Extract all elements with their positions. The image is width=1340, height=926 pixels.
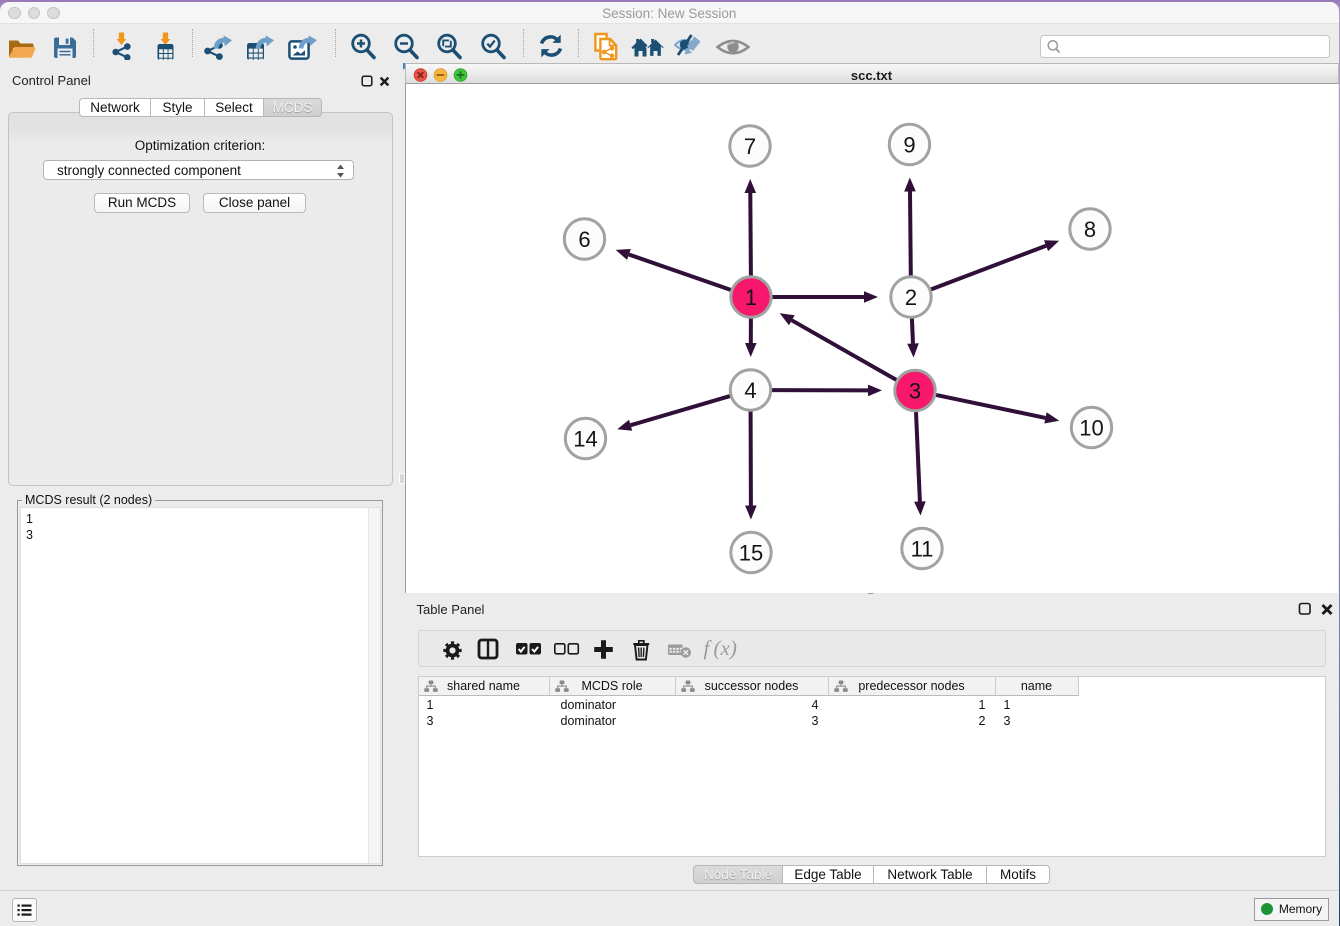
svg-text:2: 2	[904, 285, 916, 310]
svg-text:4: 4	[744, 378, 756, 403]
svg-text:9: 9	[903, 133, 915, 158]
svg-text:8: 8	[1083, 217, 1095, 242]
svg-text:1: 1	[744, 285, 756, 310]
svg-text:15: 15	[738, 541, 762, 566]
svg-text:7: 7	[743, 134, 755, 159]
svg-text:6: 6	[578, 227, 590, 252]
svg-text:3: 3	[908, 379, 920, 404]
svg-text:11: 11	[910, 537, 933, 562]
svg-text:14: 14	[573, 427, 597, 452]
svg-text:10: 10	[1079, 416, 1103, 441]
